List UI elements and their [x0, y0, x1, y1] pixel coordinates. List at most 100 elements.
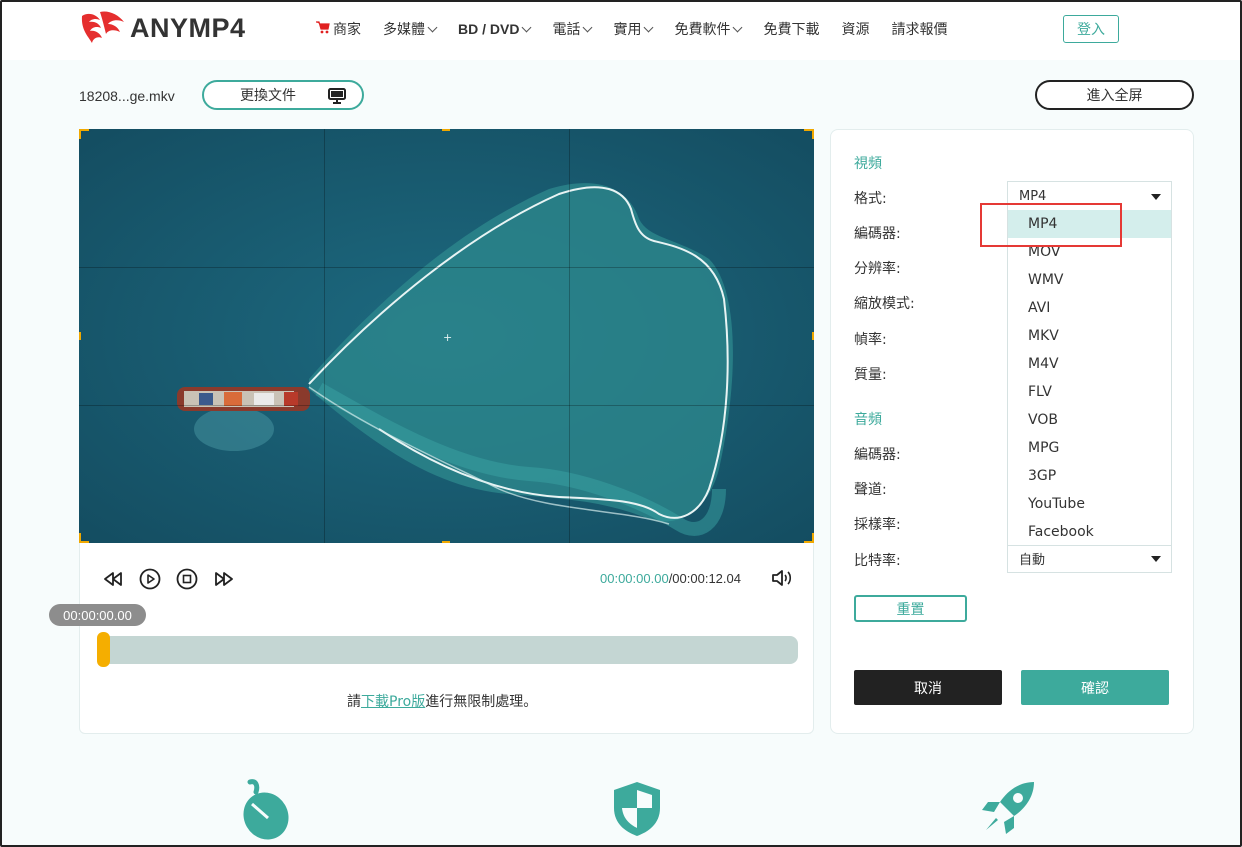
stop-icon: [176, 568, 198, 590]
total-time: /00:00:12.04: [668, 571, 741, 586]
samplerate-label: 採樣率:: [854, 517, 901, 533]
crop-edge-handle[interactable]: [442, 541, 450, 543]
nav-item[interactable]: 免費下載: [763, 19, 819, 39]
change-file-label: 更換文件: [240, 88, 296, 104]
rewind-icon: [104, 572, 122, 586]
timecode: 00:00:00.00/00:00:12.04: [600, 571, 741, 586]
nav-item[interactable]: 商家: [316, 19, 361, 39]
bitrate-label: 比特率:: [854, 553, 901, 569]
nav-item-label: 免費下載: [763, 22, 820, 38]
dropdown-arrow-icon: [1151, 194, 1161, 200]
nav-item[interactable]: 資源: [841, 19, 869, 39]
crop-corner-handle[interactable]: [79, 129, 89, 139]
format-option[interactable]: MPG: [1008, 434, 1171, 462]
chevron-down-icon: [644, 22, 654, 32]
nav-item[interactable]: 免費軟件: [674, 19, 743, 39]
nav-item[interactable]: BD / DVD: [458, 19, 532, 39]
grid-line: [324, 129, 325, 543]
zoom-mode-label: 縮放模式:: [854, 296, 915, 312]
audio-encoder-label: 編碼器:: [854, 447, 901, 463]
download-pro-link[interactable]: 下載Pro版: [361, 694, 425, 710]
crop-edge-handle[interactable]: [79, 332, 81, 340]
quality-label: 質量:: [854, 367, 887, 383]
change-file-button[interactable]: 更換文件: [202, 80, 364, 110]
nav-item-label: 實用: [613, 22, 642, 38]
chevron-down-icon: [583, 22, 593, 32]
app-frame: ANYMP4 商家 多媒體 BD / DVD 電話 實用 免費軟件 免費下載 資源 請求報價 登…: [0, 0, 1242, 847]
nav-item-label: 商家: [333, 22, 361, 38]
audio-section-title: 音頻: [854, 412, 882, 428]
site-header: ANYMP4 商家 多媒體 BD / DVD 電話 實用 免費軟件 免費下載 資源 請求報價 登…: [2, 2, 1240, 60]
main-nav: 商家 多媒體 BD / DVD 電話 實用 免費軟件 免費下載 資源 請求報價: [316, 19, 969, 39]
fast-forward-icon: [215, 572, 233, 586]
mouse-icon: [243, 779, 289, 840]
format-option[interactable]: AVI: [1008, 294, 1171, 322]
play-icon: [139, 568, 161, 590]
format-option[interactable]: M4V: [1008, 350, 1171, 378]
note-prefix: 請: [347, 694, 361, 710]
file-name: 18208...ge.mkv: [79, 88, 175, 104]
nav-item[interactable]: 電話: [552, 19, 593, 39]
reset-button[interactable]: 重置: [854, 595, 967, 622]
nav-item[interactable]: 實用: [613, 19, 654, 39]
volume-button[interactable]: [771, 568, 795, 592]
format-option[interactable]: FLV: [1008, 378, 1171, 406]
format-select-value: MP4: [1019, 188, 1047, 204]
crop-edge-handle[interactable]: [812, 332, 814, 340]
highlight-annotation: [980, 203, 1122, 247]
bitrate-select-value: 自動: [1019, 552, 1046, 568]
chevron-down-icon: [427, 22, 438, 32]
nav-item-label: 多媒體: [383, 22, 425, 38]
rocket-icon: [982, 782, 1034, 834]
playback-controls: [102, 568, 250, 590]
video-preview[interactable]: +: [79, 129, 814, 543]
login-button[interactable]: 登入: [1063, 15, 1119, 43]
channel-label: 聲道:: [854, 482, 887, 498]
dropdown-arrow-icon: [1151, 556, 1161, 562]
bitrate-select[interactable]: 自動: [1007, 543, 1172, 573]
nav-item-label: BD / DVD: [458, 21, 520, 37]
play-button[interactable]: [139, 568, 161, 590]
format-option[interactable]: Facebook: [1008, 518, 1171, 545]
flame-logo-icon: [81, 11, 124, 43]
chevron-down-icon: [733, 22, 743, 32]
fullscreen-button[interactable]: 進入全屏: [1035, 80, 1194, 110]
grid-line: [569, 129, 570, 543]
crop-corner-handle[interactable]: [804, 533, 814, 543]
pro-note: 請下載Pro版進行無限制處理。: [347, 691, 537, 711]
center-cross-icon: +: [443, 331, 453, 344]
format-option[interactable]: MKV: [1008, 322, 1171, 350]
monitor-icon: [328, 88, 346, 104]
format-option[interactable]: YouTube: [1008, 490, 1171, 518]
video-encoder-label: 編碼器:: [854, 226, 901, 242]
format-option[interactable]: VOB: [1008, 406, 1171, 434]
timeline-handle[interactable]: [97, 632, 110, 667]
note-suffix: 進行無限制處理。: [425, 694, 538, 710]
nav-item-label: 請求報價: [891, 22, 948, 38]
video-section-title: 視頻: [854, 156, 882, 172]
brand-name: ANYMP4: [130, 12, 246, 43]
rewind-button[interactable]: [102, 568, 124, 590]
crop-edge-handle[interactable]: [442, 129, 450, 131]
framerate-label: 幀率:: [854, 332, 887, 348]
nav-item-label: 資源: [841, 22, 870, 38]
stop-button[interactable]: [176, 568, 198, 590]
confirm-button[interactable]: 確認: [1021, 670, 1169, 705]
crop-corner-handle[interactable]: [804, 129, 814, 139]
nav-item-label: 免費軟件: [674, 22, 731, 38]
logo[interactable]: ANYMP4: [78, 8, 246, 48]
cancel-button[interactable]: 取消: [854, 670, 1002, 705]
playhead-time-tooltip: 00:00:00.00: [49, 604, 146, 626]
crop-corner-handle[interactable]: [79, 533, 89, 543]
timeline-track[interactable]: [98, 636, 798, 664]
format-label: 格式:: [854, 191, 887, 207]
grid-line: [79, 267, 814, 268]
cart-icon: [316, 20, 330, 38]
format-option[interactable]: WMV: [1008, 266, 1171, 294]
forward-button[interactable]: [213, 568, 235, 590]
nav-item[interactable]: 多媒體: [383, 19, 438, 39]
chevron-down-icon: [522, 22, 532, 32]
nav-item[interactable]: 請求報價: [891, 19, 947, 39]
nav-item-label: 電話: [552, 22, 581, 38]
format-option[interactable]: 3GP: [1008, 462, 1171, 490]
